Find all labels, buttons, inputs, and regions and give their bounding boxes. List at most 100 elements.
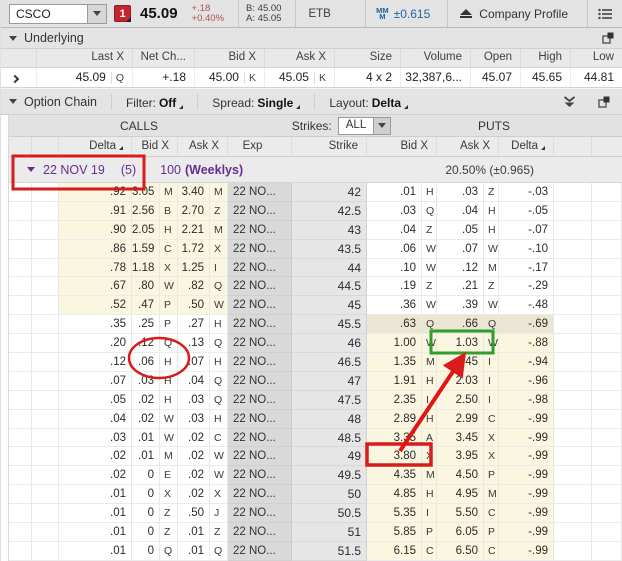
put-ask-cell[interactable]: 6.50 <box>437 542 484 561</box>
put-ask-cell[interactable]: .07 <box>437 240 484 259</box>
call-bid-cell[interactable]: .06 <box>132 353 160 372</box>
filter-menu[interactable]: Filter: Off <box>111 94 197 110</box>
underlying-section-header[interactable]: Underlying <box>1 28 622 49</box>
put-bid-cell[interactable]: .36 <box>367 296 422 315</box>
put-ask-cell[interactable]: 5.50 <box>437 504 484 523</box>
call-ask-cell[interactable]: .13 <box>178 334 210 353</box>
col-header-netchg[interactable]: Net Ch... <box>133 49 195 67</box>
popout-icon[interactable] <box>598 96 610 108</box>
call-bid-cell[interactable]: .47 <box>132 296 160 315</box>
call-ask-cell[interactable]: .82 <box>178 277 210 296</box>
option-chain-collapse[interactable]: Option Chain <box>9 95 111 109</box>
put-ask-cell[interactable]: .66 <box>437 315 484 334</box>
call-ask-cell[interactable]: .07 <box>178 353 210 372</box>
call-ask-cell[interactable]: .27 <box>178 315 210 334</box>
put-ask-cell[interactable]: 4.50 <box>437 466 484 485</box>
call-bid-cell[interactable]: 3.05 <box>132 183 160 202</box>
call-ask-cell[interactable]: .02 <box>178 466 210 485</box>
put-bid-cell[interactable]: .03 <box>367 202 422 221</box>
put-bid-cell[interactable]: 4.35 <box>367 466 422 485</box>
put-bid-cell[interactable]: 3.35 <box>367 429 422 448</box>
layout-menu[interactable]: Layout: Delta <box>314 94 422 110</box>
call-ask-cell[interactable]: .03 <box>178 391 210 410</box>
put-bid-cell[interactable]: 3.80 <box>367 447 422 466</box>
put-bid-cell[interactable]: 1.91 <box>367 372 422 391</box>
popout-icon[interactable] <box>602 32 614 44</box>
put-bid-cell[interactable]: .10 <box>367 259 422 278</box>
call-bid-cell[interactable]: .25 <box>132 315 160 334</box>
call-bid-cell[interactable]: 0 <box>132 542 160 561</box>
put-bid-cell[interactable]: .01 <box>367 183 422 202</box>
put-ask-cell[interactable]: 4.95 <box>437 485 484 504</box>
call-bid-cell[interactable]: 0 <box>132 504 160 523</box>
col-header-open[interactable]: Open <box>471 49 521 67</box>
call-bid-cell[interactable]: .12 <box>132 334 160 353</box>
put-bid-cell[interactable]: 6.15 <box>367 542 422 561</box>
call-bid-cell[interactable]: 0 <box>132 523 160 542</box>
call-bid-header[interactable]: Bid X <box>132 137 178 156</box>
put-bid-cell[interactable]: 2.35 <box>367 391 422 410</box>
menu-icon[interactable] <box>587 0 616 27</box>
call-bid-cell[interactable]: 0 <box>132 466 160 485</box>
put-ask-cell[interactable]: 1.45 <box>437 353 484 372</box>
call-ask-cell[interactable]: 2.70 <box>178 202 210 221</box>
put-bid-cell[interactable]: 5.35 <box>367 504 422 523</box>
put-bid-header[interactable]: Bid X <box>367 137 437 156</box>
call-bid-cell[interactable]: .03 <box>132 372 160 391</box>
expiration-group-row[interactable]: 22 NOV 19 (5) 100 (Weeklys) 20.50% (±0.9… <box>9 157 622 183</box>
put-ask-cell[interactable]: 3.45 <box>437 429 484 448</box>
symbol-input[interactable] <box>9 4 87 24</box>
col-header-volume[interactable]: Volume <box>401 49 471 67</box>
call-bid-cell[interactable]: 0 <box>132 485 160 504</box>
put-ask-cell[interactable]: 2.99 <box>437 410 484 429</box>
put-bid-cell[interactable]: 5.85 <box>367 523 422 542</box>
call-ask-cell[interactable]: 1.25 <box>178 259 210 278</box>
put-bid-cell[interactable]: 1.35 <box>367 353 422 372</box>
put-ask-cell[interactable]: .39 <box>437 296 484 315</box>
call-ask-cell[interactable]: 1.72 <box>178 240 210 259</box>
call-ask-cell[interactable]: .01 <box>178 523 210 542</box>
call-bid-cell[interactable]: 2.56 <box>132 202 160 221</box>
put-bid-cell[interactable]: .63 <box>367 315 422 334</box>
call-bid-cell[interactable]: .01 <box>132 429 160 448</box>
put-ask-cell[interactable]: 2.50 <box>437 391 484 410</box>
put-ask-cell[interactable]: 1.03 <box>437 334 484 353</box>
put-ask-header[interactable]: Ask X <box>437 137 499 156</box>
put-ask-cell[interactable]: .12 <box>437 259 484 278</box>
exp-header[interactable]: Exp <box>228 137 292 156</box>
col-header-high[interactable]: High <box>521 49 571 67</box>
call-ask-cell[interactable]: 3.40 <box>178 183 210 202</box>
put-ask-cell[interactable]: 6.05 <box>437 523 484 542</box>
call-ask-cell[interactable]: .50 <box>178 296 210 315</box>
row-expander-chevron[interactable] <box>1 68 37 87</box>
call-ask-cell[interactable]: .02 <box>178 429 210 448</box>
put-ask-cell[interactable]: .21 <box>437 277 484 296</box>
put-delta-header[interactable]: Delta <box>499 137 554 156</box>
call-ask-cell[interactable]: .03 <box>178 410 210 429</box>
call-bid-cell[interactable]: .01 <box>132 447 160 466</box>
put-bid-cell[interactable]: .19 <box>367 277 422 296</box>
call-ask-cell[interactable]: .02 <box>178 485 210 504</box>
expand-all-icon[interactable] <box>563 96 576 108</box>
col-header-askx[interactable]: Ask X <box>265 49 335 67</box>
call-ask-cell[interactable]: .04 <box>178 372 210 391</box>
call-ask-cell[interactable]: .02 <box>178 447 210 466</box>
call-bid-cell[interactable]: .02 <box>132 410 160 429</box>
call-bid-cell[interactable]: .80 <box>132 277 160 296</box>
call-ask-cell[interactable]: .50 <box>178 504 210 523</box>
put-bid-cell[interactable]: .04 <box>367 221 422 240</box>
put-ask-cell[interactable]: .05 <box>437 221 484 240</box>
put-ask-cell[interactable]: 3.95 <box>437 447 484 466</box>
col-header-lastx[interactable]: Last X <box>37 49 133 67</box>
strikes-select[interactable]: ALL <box>338 117 391 135</box>
call-ask-cell[interactable]: 2.21 <box>178 221 210 240</box>
strike-header[interactable]: Strike <box>292 137 367 156</box>
col-header-low[interactable]: Low <box>571 49 622 67</box>
link-badge[interactable]: 1 <box>114 5 131 22</box>
call-bid-cell[interactable]: 1.18 <box>132 259 160 278</box>
call-ask-cell[interactable]: .01 <box>178 542 210 561</box>
call-ask-header[interactable]: Ask X <box>178 137 228 156</box>
call-bid-cell[interactable]: .02 <box>132 391 160 410</box>
put-bid-cell[interactable]: 2.89 <box>367 410 422 429</box>
put-ask-cell[interactable]: .04 <box>437 202 484 221</box>
